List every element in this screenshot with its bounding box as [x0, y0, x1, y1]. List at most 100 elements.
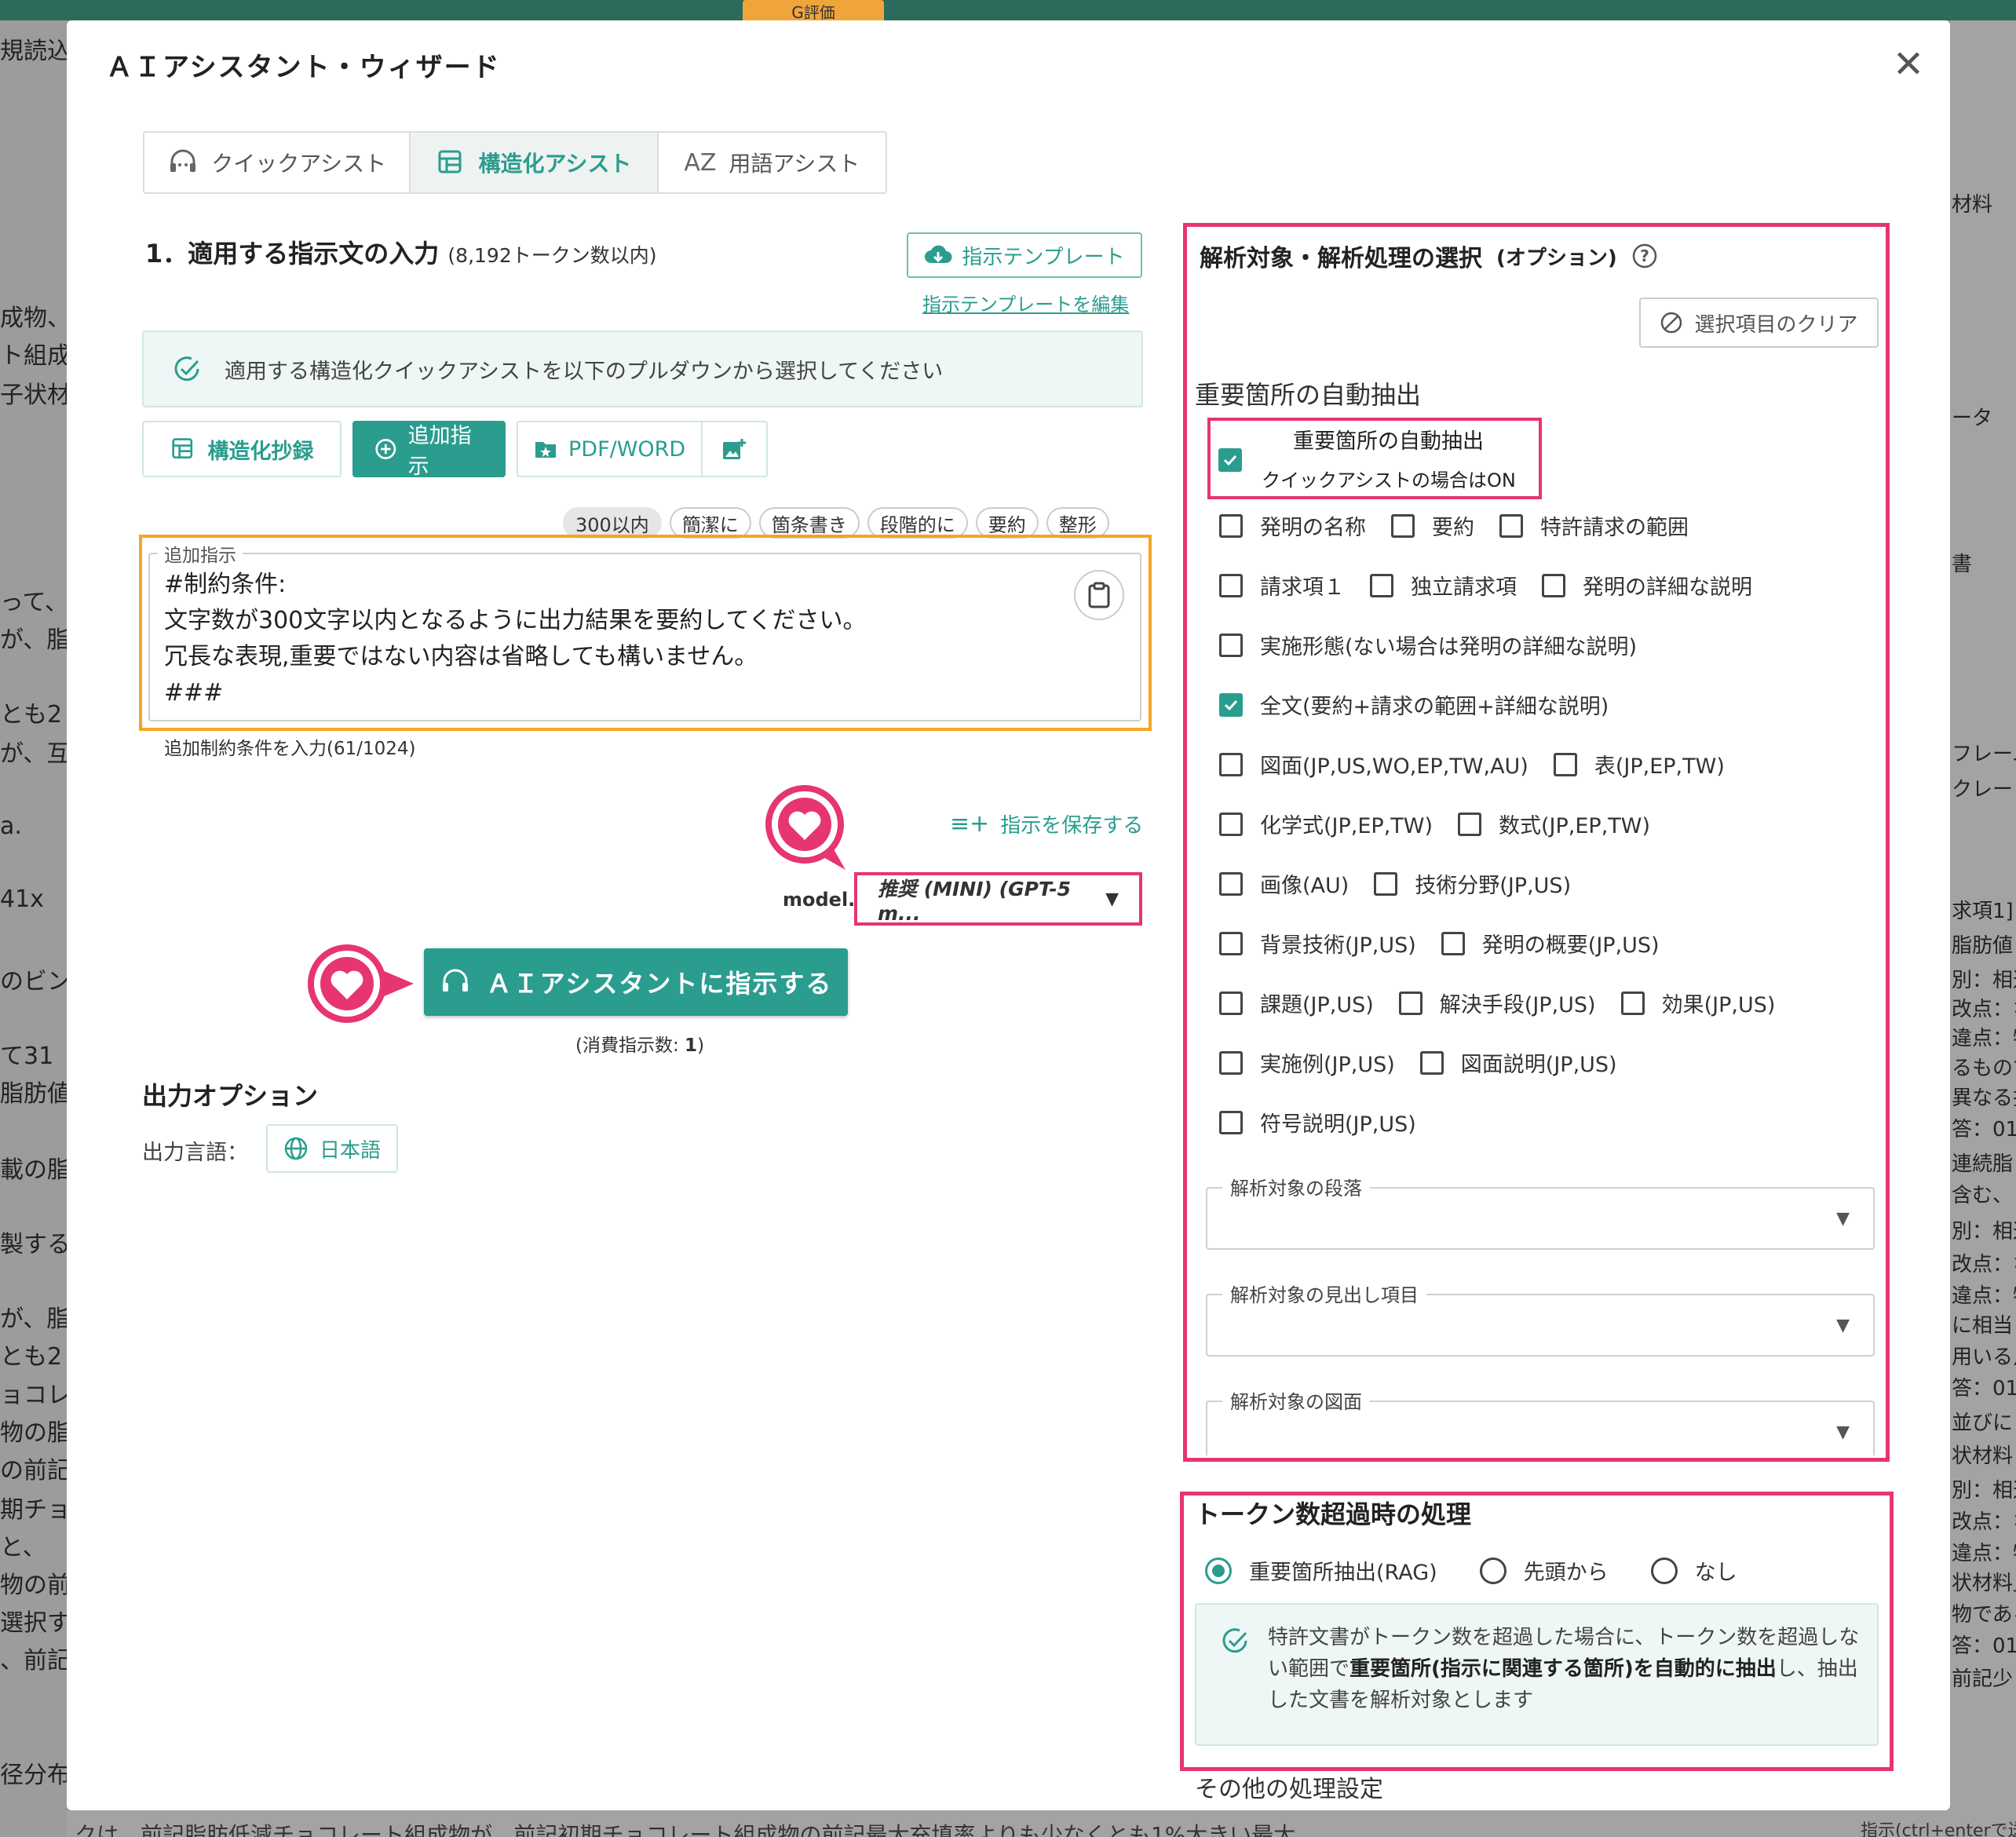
output-options-heading: 出力オプション — [142, 1081, 319, 1111]
analysis-checkbox[interactable]: 全文(要約+請求の範囲+詳細な説明) — [1219, 689, 1609, 720]
chip-bullets[interactable]: 箇条書き — [758, 507, 860, 539]
analysis-checkbox[interactable]: 技術分野(JP,US) — [1374, 868, 1571, 899]
analysis-checkbox[interactable]: 請求項１ — [1219, 570, 1345, 601]
analysis-checkbox[interactable]: 実施例(JP,US) — [1219, 1047, 1395, 1078]
checkbox-checked-icon — [1219, 692, 1243, 717]
analysis-checkbox[interactable]: 背景技術(JP,US) — [1219, 928, 1416, 959]
analysis-checkbox[interactable]: 実施形態(ない場合は発明の詳細な説明) — [1219, 630, 1637, 660]
playlist-add-icon: ≡+ — [950, 810, 990, 838]
background-text-line: 違点：特 — [1952, 1542, 2016, 1565]
checkbox-label: 特許請求の範囲 — [1540, 516, 1689, 540]
consume-count: (消費指示数: 1) — [575, 1030, 704, 1057]
checkbox-empty-icon — [1398, 991, 1423, 1015]
checkbox-label: 化学式(JP,EP,TW) — [1260, 814, 1433, 838]
add-image-icon — [723, 439, 747, 459]
analysis-checkbox[interactable]: 解決手段(JP,US) — [1398, 988, 1596, 1018]
analysis-checkbox[interactable]: 化学式(JP,EP,TW) — [1219, 809, 1433, 839]
tab-structured-assist[interactable]: 構造化アシスト — [411, 133, 659, 192]
close-icon[interactable]: ✕ — [1886, 42, 1930, 86]
plus-circle-icon — [375, 439, 396, 459]
background-text-line: a. — [0, 813, 22, 840]
check-circle-icon — [1222, 1628, 1247, 1653]
analysis-checkbox[interactable]: 効果(JP,US) — [1620, 988, 1775, 1018]
clear-selection-button[interactable]: 選択項目のクリア — [1639, 298, 1879, 348]
background-text-line: 製する — [0, 1231, 67, 1258]
edit-template-link[interactable]: 指示テンプレートを編集 — [922, 289, 1129, 316]
background-text-line: 違点：特 — [1952, 1284, 2016, 1308]
textarea-value[interactable]: #制約条件: 文字数が300文字以内となるように出力結果を要約してください。 冗… — [164, 567, 867, 711]
token-limit: (8,192トークン数以内) — [447, 244, 657, 267]
radio-label: なし — [1694, 1561, 1737, 1585]
radio-none[interactable]: なし — [1650, 1555, 1737, 1586]
background-text-line: 別：相違 — [1952, 1220, 2016, 1244]
add-image-button[interactable] — [703, 422, 765, 476]
background-text-line: 径分布 — [0, 1762, 67, 1789]
analysis-checkbox[interactable]: 要約 — [1391, 510, 1474, 541]
background-text-line: 状材料 — [1952, 1444, 2014, 1468]
svg-text:?: ? — [1640, 247, 1649, 265]
app-top-tab[interactable]: G評価 — [743, 0, 884, 22]
checkbox-label: 発明の概要(JP,US) — [1481, 933, 1660, 958]
auto-extract-checkbox[interactable] — [1218, 448, 1242, 472]
analysis-checkbox[interactable]: 符号説明(JP,US) — [1219, 1107, 1416, 1138]
analysis-checkbox[interactable]: 課題(JP,US) — [1219, 988, 1374, 1018]
help-icon[interactable]: ? — [1631, 243, 1658, 269]
analysis-checkbox[interactable]: 発明の名称 — [1219, 510, 1366, 541]
radio-rag[interactable]: 重要箇所抽出(RAG) — [1205, 1555, 1437, 1586]
checkbox-label: 独立請求項 — [1411, 575, 1517, 600]
radio-from-start[interactable]: 先頭から — [1479, 1555, 1609, 1586]
modal-title: ＡＩアシスタント・ウィザード — [106, 52, 501, 83]
tab-quick-assist[interactable]: クイックアシスト — [144, 133, 411, 192]
background-text-line: 答：010 — [1952, 1118, 2016, 1141]
analysis-checkbox[interactable]: 図面説明(JP,US) — [1419, 1047, 1617, 1078]
save-instruction-label: 指示を保存する — [1000, 814, 1144, 838]
tab-term-assist[interactable]: AZ 用語アシスト — [659, 133, 886, 192]
pdf-word-button[interactable]: PDF/WORD — [518, 422, 703, 476]
background-text-line: に相当 — [1952, 1314, 2014, 1338]
model-select[interactable]: 推奨 (MINI) (GPT-5 m... ▼ — [854, 872, 1142, 926]
ask-ai-assistant-button[interactable]: ＡＩアシスタントに指示する — [424, 948, 848, 1016]
analysis-checkbox[interactable]: 特許請求の範囲 — [1499, 510, 1689, 541]
output-language-button[interactable]: 日本語 — [266, 1124, 398, 1173]
analysis-checkbox[interactable]: 図面(JP,US,WO,EP,TW,AU) — [1219, 749, 1528, 780]
app-header-bar — [0, 0, 2016, 20]
chip-format[interactable]: 整形 — [1046, 507, 1109, 539]
chip-stepwise[interactable]: 段階的に — [867, 507, 968, 539]
background-text-line: が、脂 — [0, 626, 67, 654]
checkbox-row: 実施例(JP,US) 図面説明(JP,US) — [1219, 1047, 1642, 1078]
checkbox-row: 背景技術(JP,US) 発明の概要(JP,US) — [1219, 928, 1685, 959]
clipboard-button[interactable] — [1074, 570, 1124, 620]
chip-concise[interactable]: 簡潔に — [669, 507, 751, 539]
background-text-line: 物である — [1952, 1603, 2016, 1627]
background-text-line: ト組成 — [0, 342, 67, 370]
background-text-line: 答：010 — [1952, 1634, 2016, 1658]
background-text-line: 答：010 — [1952, 1377, 2016, 1401]
folder-star-icon — [535, 442, 556, 458]
chip-300[interactable]: 300以内 — [563, 507, 662, 539]
add-instruction-button[interactable]: 追加指示 — [352, 421, 506, 479]
checkbox-row: 化学式(JP,EP,TW) 数式(JP,EP,TW) — [1219, 809, 1675, 839]
checkbox-label: 請求項１ — [1260, 575, 1345, 600]
background-text-line: 物の前 — [0, 1572, 67, 1599]
structured-excerpt-button[interactable]: 構造化抄録 — [142, 421, 341, 477]
analysis-checkbox[interactable]: 数式(JP,EP,TW) — [1458, 809, 1650, 839]
background-send-hint: 指示(ctrl+enterで送 — [1861, 1821, 2016, 1837]
analysis-checkbox[interactable]: 発明の概要(JP,US) — [1441, 928, 1660, 959]
instruction-template-button[interactable]: 指示テンプレート — [907, 232, 1142, 278]
checkbox-empty-icon — [1391, 513, 1415, 538]
background-document-left — [0, 20, 67, 1837]
analysis-checkbox[interactable]: 発明の詳細な説明 — [1542, 570, 1752, 601]
checkbox-empty-icon — [1219, 573, 1243, 597]
analysis-checkbox[interactable]: 画像(AU) — [1219, 868, 1349, 899]
background-text-line: 成物、 — [0, 305, 67, 332]
other-settings-heading: その他の処理設定 — [1195, 1776, 1383, 1803]
background-text-line: 脂肪値 — [0, 1080, 67, 1108]
background-text-line: 書 — [1952, 553, 1973, 576]
analysis-checkbox[interactable]: 表(JP,EP,TW) — [1553, 749, 1725, 780]
checkbox-empty-icon — [1219, 513, 1243, 538]
checkbox-empty-icon — [1620, 991, 1645, 1015]
analysis-checkbox[interactable]: 独立請求項 — [1370, 570, 1517, 601]
instruction-heading: 1．適用する指示文の入力 (8,192トークン数以内) — [145, 234, 657, 270]
chip-summary[interactable]: 要約 — [975, 507, 1039, 539]
save-instruction-button[interactable]: ≡+ 指示を保存する — [950, 809, 1143, 838]
